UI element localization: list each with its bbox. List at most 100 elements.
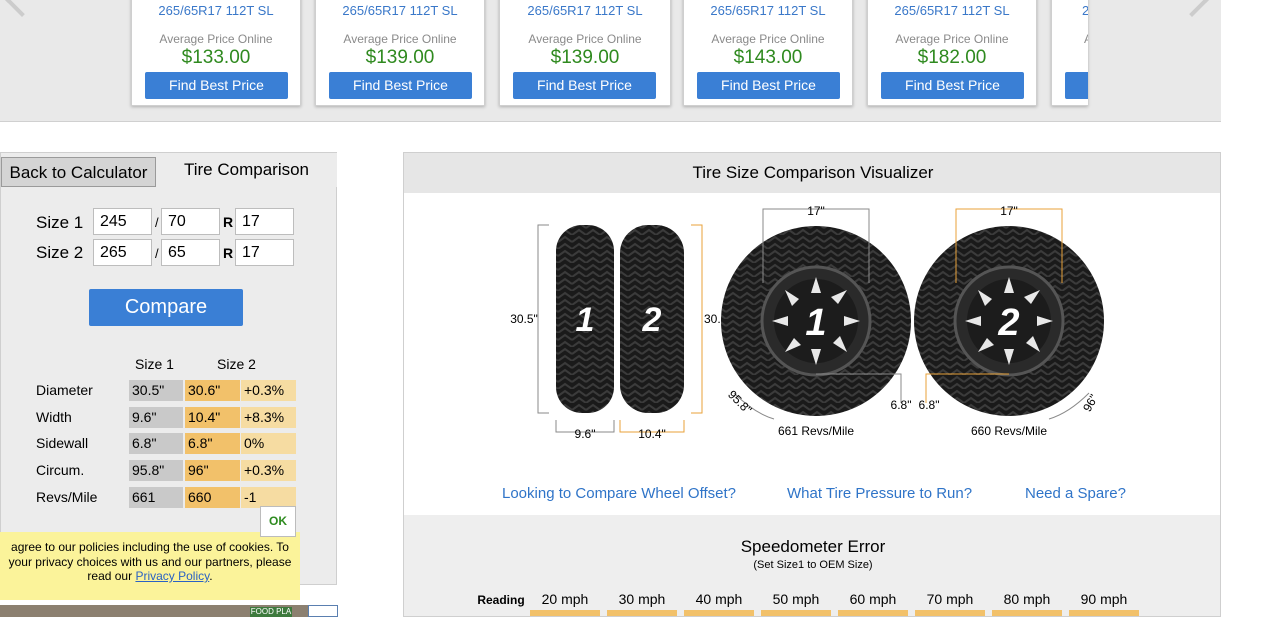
tire-size-link[interactable]: 265/65R17 112T SL: [500, 3, 670, 18]
carousel-next-arrow-icon[interactable]: [1175, 0, 1209, 17]
ad-banner[interactable]: FOOD PLA: [0, 605, 338, 617]
actual-speed-cell: [761, 610, 831, 616]
row-label: Width: [36, 409, 72, 425]
tab-tire-comparison[interactable]: Tire Comparison: [156, 153, 337, 187]
avg-price: $182.00: [917, 47, 987, 68]
actual-speed-cell: [607, 610, 677, 616]
diff-value: +8.3%: [241, 407, 296, 428]
price-card: 265/65R17 112T SL Average Price Online $…: [499, 0, 671, 106]
wheel-offset-link[interactable]: Looking to Compare Wheel Offset?: [502, 485, 736, 502]
actual-speed-cell: [992, 610, 1062, 616]
tire2-width-label: 10.4": [638, 427, 666, 441]
cookie-banner: agree to our policies including the use …: [0, 532, 300, 600]
cookie-text-post: .: [209, 569, 213, 583]
find-best-price-button[interactable]: Find Best Price: [697, 72, 840, 99]
tire2-sidewall-label: 6.8": [919, 398, 940, 412]
avg-price-label: Average Price Online: [711, 32, 825, 46]
size1-ratio-input[interactable]: 70: [161, 208, 220, 235]
avg-price: $139.00: [550, 47, 620, 68]
avg-price-label: Average Price Online: [528, 32, 642, 46]
size2-value: 10.4": [185, 407, 240, 428]
actual-speed-cell: [838, 610, 908, 616]
privacy-policy-link[interactable]: Privacy Policy: [135, 569, 209, 583]
size2-width-input[interactable]: 265: [93, 239, 152, 266]
size1-value: 6.8": [129, 433, 183, 454]
price-card: 265/65R17 112T SL Average Price Online $…: [683, 0, 853, 106]
avg-price-label: A: [1052, 32, 1088, 46]
size1-r-label: R: [223, 214, 234, 230]
size1-label: Size 1: [36, 213, 84, 232]
reading-value: 40 mph: [695, 591, 743, 607]
reading-value: 20 mph: [541, 591, 589, 607]
size2-ratio-input[interactable]: 65: [161, 239, 220, 266]
price-carousel: 265/65R17 112T SL Average Price Online $…: [0, 0, 1221, 122]
size2-value: 30.6": [185, 380, 240, 401]
tire1-width-label: 9.6": [575, 427, 596, 441]
cookie-ok-button[interactable]: OK: [260, 506, 296, 537]
reading-value: 80 mph: [1003, 591, 1051, 607]
tire-size-link[interactable]: 265/65R17 112T SL: [868, 3, 1036, 18]
ad-close-icon[interactable]: [308, 605, 338, 617]
tire-pressure-link[interactable]: What Tire Pressure to Run?: [787, 485, 972, 502]
find-best-price-button[interactable]: Find Best Price: [513, 72, 656, 99]
row-label: Circum.: [36, 462, 85, 478]
size2-rim-input[interactable]: 17: [235, 239, 294, 266]
size2-value: 96": [185, 460, 240, 481]
size2-value: 6.8": [185, 433, 240, 454]
diff-value: +0.3%: [241, 460, 296, 481]
actual-speed-cell: [1069, 610, 1139, 616]
actual-speed-cell: [684, 610, 754, 616]
tire-size-link[interactable]: 265/65R17 112T SL: [132, 3, 300, 18]
size1-value: 661: [129, 487, 183, 508]
tab-back-to-calculator[interactable]: Back to Calculator: [1, 157, 156, 187]
tire1-circum-label: 95.8": [725, 387, 754, 416]
size2-r-label: R: [223, 245, 234, 261]
actual-speed-cell: [530, 610, 600, 616]
tire-visualizer: Tire Size Comparison Visualizer 1 2 30.5…: [403, 152, 1221, 617]
speedometer-title: Speedometer Error: [740, 537, 886, 556]
size1-width-input[interactable]: 245: [93, 208, 152, 235]
tire1-front-number: 1: [805, 302, 826, 344]
find-best-price-button[interactable]: Find Best Price: [881, 72, 1024, 99]
size2-slash: /: [155, 246, 159, 261]
speedometer-subtitle: (Set Size1 to OEM Size): [753, 559, 873, 571]
tire1-rim-label: 17": [807, 204, 825, 218]
header-size1: Size 1: [135, 356, 174, 372]
carousel-prev-arrow-icon[interactable]: [5, 0, 39, 17]
reading-value: 70 mph: [926, 591, 974, 607]
avg-price-label: Average Price Online: [895, 32, 1009, 46]
find-best-price-button[interactable]: Find Best Price: [145, 72, 288, 99]
row-label: Diameter: [36, 382, 93, 398]
cookie-text-line: your privacy choices with us and our par…: [8, 554, 292, 569]
size1-value: 9.6": [129, 407, 183, 428]
avg-price-label: Average Price Online: [159, 32, 273, 46]
tire-size-link[interactable]: 265/65R17 112T SL: [684, 3, 852, 18]
tire1-diameter-label: 30.5": [510, 312, 538, 326]
size1-slash: /: [155, 215, 159, 230]
price-card: 265/65R17 112T SL Average Price Online $…: [867, 0, 1037, 106]
price-card: 265/65R17 112T SL Average Price Online $…: [315, 0, 485, 106]
size1-value: 30.5": [129, 380, 183, 401]
tire2-rim-label: 17": [1000, 204, 1018, 218]
tire1-revs-label: 661 Revs/Mile: [778, 424, 854, 438]
need-a-spare-link[interactable]: Need a Spare?: [1025, 485, 1126, 502]
avg-price: $139.00: [365, 47, 435, 68]
row-label: Sidewall: [36, 435, 89, 451]
tire-size-link[interactable]: 2: [1052, 3, 1088, 18]
size1-value: 95.8": [129, 460, 183, 481]
avg-price-label: Average Price Online: [343, 32, 457, 46]
tire-diagram: 1 2 30.5" 30.6" 9.6" 10.4" 1 17" 6.8" 95…: [404, 193, 1220, 515]
reading-value: 30 mph: [618, 591, 666, 607]
avg-price: $143.00: [733, 47, 803, 68]
compare-button[interactable]: Compare: [89, 289, 243, 326]
size1-rim-input[interactable]: 17: [235, 208, 294, 235]
speedometer-error-section: Speedometer Error (Set Size1 to OEM Size…: [404, 515, 1220, 616]
tire2-revs-label: 660 Revs/Mile: [971, 424, 1047, 438]
tire2-side-number: 2: [642, 301, 662, 339]
actual-speed-cell: [915, 610, 985, 616]
tire-size-link[interactable]: 265/65R17 112T SL: [316, 3, 484, 18]
find-best-price-button[interactable]: [1065, 72, 1088, 99]
diff-value: -1: [241, 487, 296, 508]
find-best-price-button[interactable]: Find Best Price: [329, 72, 472, 99]
tire2-circum-label: 96": [1080, 392, 1101, 414]
